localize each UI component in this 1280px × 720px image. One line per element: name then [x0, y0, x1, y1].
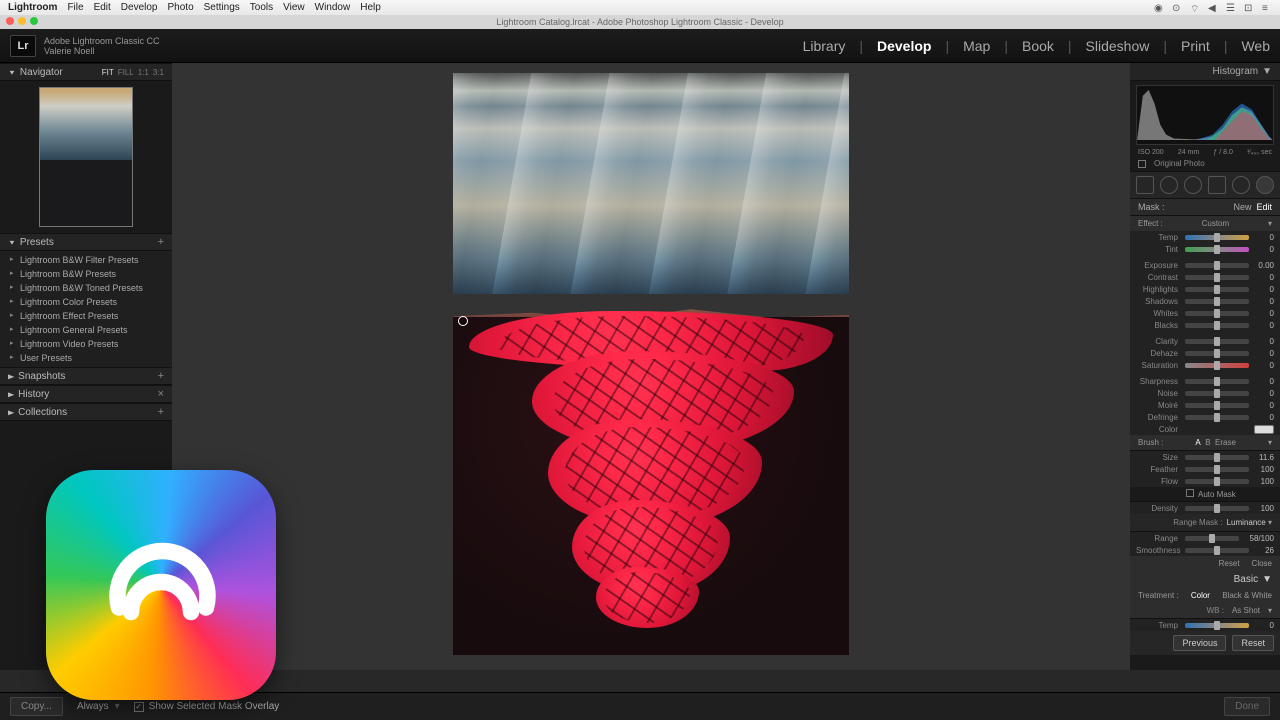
- menu-view[interactable]: View: [283, 2, 305, 13]
- copy-button[interactable]: Copy...: [10, 697, 63, 716]
- tone-contrast-slider[interactable]: [1185, 275, 1249, 280]
- original-photo-toggle[interactable]: Original Photo: [1130, 156, 1280, 171]
- preset-item[interactable]: Lightroom Effect Presets: [0, 309, 172, 323]
- tone-shadows-slider[interactable]: [1185, 299, 1249, 304]
- adjustment-pin[interactable]: [458, 316, 468, 326]
- window-title-text: Lightroom Catalog.lrcat - Adobe Photosho…: [496, 17, 783, 27]
- identity-plate: Adobe Lightroom Classic CCValerie Noell: [44, 36, 160, 56]
- overlay-checkbox[interactable]: ✓: [134, 702, 144, 712]
- module-library[interactable]: Library: [803, 38, 846, 54]
- histogram[interactable]: [1136, 85, 1274, 145]
- histogram-meta: ISO 20024 mmƒ / 8.0¹⁄₄₀₀ sec: [1130, 149, 1280, 156]
- mask-overlay: [453, 317, 849, 655]
- brush-size-slider[interactable]: [1185, 455, 1249, 460]
- overlay-mode[interactable]: Always: [77, 701, 109, 712]
- reset-button[interactable]: Reset: [1232, 635, 1274, 651]
- mac-status-icons: ◉⊙⌔◀☰⊡≡: [1154, 3, 1272, 13]
- preset-item[interactable]: User Presets: [0, 351, 172, 365]
- preset-item[interactable]: Lightroom B&W Toned Presets: [0, 281, 172, 295]
- radial-filter-icon[interactable]: [1232, 176, 1250, 194]
- detail-noise-slider[interactable]: [1185, 391, 1249, 396]
- histogram-header[interactable]: Histogram▼: [1130, 63, 1280, 81]
- menu-file[interactable]: File: [67, 2, 83, 13]
- navigator-thumbnail[interactable]: [39, 87, 133, 227]
- brush-flow-slider[interactable]: [1185, 479, 1249, 484]
- mask-close[interactable]: Close: [1252, 559, 1272, 568]
- lightroom-logo: Lr: [10, 35, 36, 57]
- wb-dropdown[interactable]: As Shot: [1232, 606, 1260, 615]
- detail-moiré-slider[interactable]: [1185, 403, 1249, 408]
- module-picker: Library| Develop| Map| Book| Slideshow| …: [803, 38, 1270, 54]
- presets-header[interactable]: ▼Presets+: [0, 233, 172, 251]
- tone-highlights-slider[interactable]: [1185, 287, 1249, 292]
- grad-filter-icon[interactable]: [1208, 176, 1226, 194]
- tone-whites-slider[interactable]: [1185, 311, 1249, 316]
- mask-row: Mask :New Edit: [1130, 199, 1280, 215]
- collections-header[interactable]: ▶Collections+: [0, 403, 172, 421]
- app-header: Lr Adobe Lightroom Classic CCValerie Noe…: [0, 29, 1280, 63]
- mask-reset[interactable]: Reset: [1219, 559, 1240, 568]
- auto-mask-check[interactable]: Auto Mask: [1130, 487, 1280, 501]
- redeye-tool-icon[interactable]: [1184, 176, 1202, 194]
- module-develop[interactable]: Develop: [877, 38, 931, 54]
- menu-tools[interactable]: Tools: [250, 2, 273, 13]
- preset-item[interactable]: Lightroom Color Presets: [0, 295, 172, 309]
- snapshots-header[interactable]: ▶Snapshots+: [0, 367, 172, 385]
- canvas[interactable]: [172, 63, 1130, 670]
- menu-settings[interactable]: Settings: [204, 2, 240, 13]
- effect-temp-slider[interactable]: [1185, 235, 1249, 240]
- brush-subhead: Brush :A B Erase▾: [1130, 435, 1280, 450]
- menu-window[interactable]: Window: [315, 2, 351, 13]
- local-tools: [1130, 171, 1280, 199]
- menu-edit[interactable]: Edit: [94, 2, 111, 13]
- module-print[interactable]: Print: [1181, 38, 1210, 54]
- preset-item[interactable]: Lightroom B&W Presets: [0, 267, 172, 281]
- density-slider[interactable]: [1185, 506, 1249, 511]
- navigator-header[interactable]: ▼Navigator FIT FILL 1:1 3:1: [0, 63, 172, 81]
- history-header[interactable]: ▶History×: [0, 385, 172, 403]
- module-map[interactable]: Map: [963, 38, 990, 54]
- preset-item[interactable]: Lightroom Video Presets: [0, 337, 172, 351]
- presence-saturation-slider[interactable]: [1185, 363, 1249, 368]
- menu-photo[interactable]: Photo: [168, 2, 194, 13]
- tone-exposure-slider[interactable]: [1185, 263, 1249, 268]
- presets-list: Lightroom B&W Filter Presets Lightroom B…: [0, 251, 172, 367]
- module-slideshow[interactable]: Slideshow: [1086, 38, 1150, 54]
- overlay-label: Show Selected Mask Overlay: [149, 701, 280, 712]
- crop-tool-icon[interactable]: [1136, 176, 1154, 194]
- right-panel: Histogram▼ ISO 20024 mmƒ / 8.0¹⁄₄₀₀ sec …: [1130, 63, 1280, 670]
- window-titlebar: Lightroom Catalog.lrcat - Adobe Photosho…: [0, 15, 1280, 29]
- effect-tint-slider[interactable]: [1185, 247, 1249, 252]
- creative-cloud-badge: [46, 470, 276, 700]
- previous-button[interactable]: Previous: [1173, 635, 1226, 651]
- preset-item[interactable]: Lightroom General Presets: [0, 323, 172, 337]
- preset-item[interactable]: Lightroom B&W Filter Presets: [0, 253, 172, 267]
- smoothness-slider[interactable]: [1185, 548, 1249, 553]
- brush-tool-icon[interactable]: [1256, 176, 1274, 194]
- module-book[interactable]: Book: [1022, 38, 1054, 54]
- presence-clarity-slider[interactable]: [1185, 339, 1249, 344]
- photo-preview: [453, 73, 849, 655]
- detail-defringe-slider[interactable]: [1185, 415, 1249, 420]
- module-web[interactable]: Web: [1241, 38, 1270, 54]
- tone-blacks-slider[interactable]: [1185, 323, 1249, 328]
- range-mask-row[interactable]: Range Mask :Luminance ▾: [1130, 514, 1280, 531]
- done-button[interactable]: Done: [1224, 697, 1270, 716]
- range-slider[interactable]: [1185, 536, 1239, 541]
- menu-develop[interactable]: Develop: [121, 2, 158, 13]
- detail-sharpness-slider[interactable]: [1185, 379, 1249, 384]
- mac-app-name[interactable]: Lightroom: [8, 2, 57, 13]
- effect-dropdown[interactable]: Custom: [1202, 219, 1230, 228]
- presence-dehaze-slider[interactable]: [1185, 351, 1249, 356]
- color-swatch[interactable]: [1254, 425, 1274, 434]
- spot-tool-icon[interactable]: [1160, 176, 1178, 194]
- mac-menubar: Lightroom File Edit Develop Photo Settin…: [0, 0, 1280, 15]
- basic-header[interactable]: Basic▼: [1130, 571, 1280, 588]
- menu-help[interactable]: Help: [360, 2, 381, 13]
- brush-feather-slider[interactable]: [1185, 467, 1249, 472]
- traffic-lights[interactable]: [6, 17, 38, 25]
